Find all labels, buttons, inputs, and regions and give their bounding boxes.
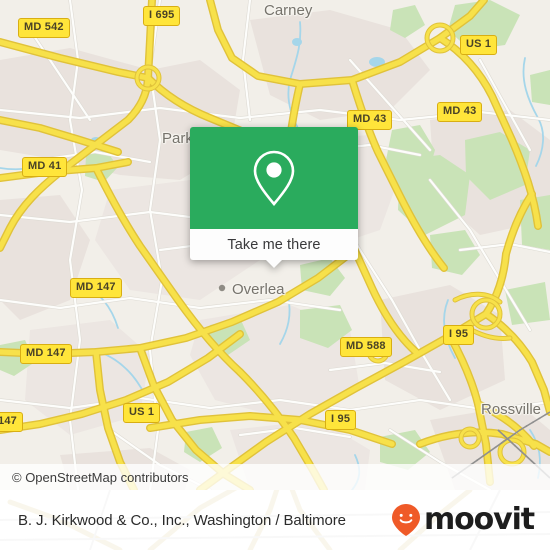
map-pin-icon: [253, 150, 295, 207]
moovit-pin-logo-icon: [391, 504, 420, 536]
take-me-there-label: Take me there: [227, 236, 321, 253]
place-label-rossville: Rossville: [481, 401, 542, 418]
popup-pointer-tail: [265, 259, 283, 268]
highway-shield-us-1-south: US 1: [123, 403, 161, 423]
highway-shield-md-542: MD 542: [18, 18, 70, 38]
highway-shield-md-41: MD 41: [22, 157, 68, 177]
poi-dot: [218, 284, 226, 292]
highway-shield-us-1-north: US 1: [460, 35, 498, 55]
moovit-wordmark: moovit: [423, 502, 535, 537]
openstreetmap-attribution[interactable]: © OpenStreetMap contributors: [0, 470, 189, 485]
popup-icon-area: [190, 127, 358, 229]
footer-content: B. J. Kirkwood & Co., Inc., Washington /…: [0, 490, 550, 550]
map-attribution-bar: © OpenStreetMap contributors: [0, 464, 550, 490]
highway-shield-md-147-north: MD 147: [70, 278, 122, 298]
highway-shield-md-147-south: MD 147: [20, 344, 72, 364]
popup-action-area[interactable]: Take me there: [190, 229, 358, 268]
highway-shield-i-695: I 695: [143, 6, 181, 26]
moovit-brand[interactable]: moovit: [391, 502, 535, 537]
location-popup-card[interactable]: Take me there: [190, 127, 358, 268]
map-screenshot: .rdcase { fill:none; stroke:#e0c23a; str…: [0, 0, 550, 550]
place-label-carney: Carney: [264, 2, 313, 19]
place-label-parkville: Park: [162, 130, 193, 147]
place-title: B. J. Kirkwood & Co., Inc., Washington /…: [18, 511, 346, 529]
place-label-overlea: Overlea: [232, 281, 285, 298]
highway-shield-md-43-east: MD 43: [437, 102, 483, 122]
map-canvas[interactable]: .rdcase { fill:none; stroke:#e0c23a; str…: [0, 0, 550, 490]
footer-bar: B. J. Kirkwood & Co., Inc., Washington /…: [0, 490, 550, 550]
highway-shield-147-edge: 147: [0, 412, 23, 432]
highway-shield-i-95-south: I 95: [325, 410, 357, 430]
highway-shield-i-95-north: I 95: [443, 325, 475, 345]
highway-shield-md-588: MD 588: [340, 337, 392, 357]
